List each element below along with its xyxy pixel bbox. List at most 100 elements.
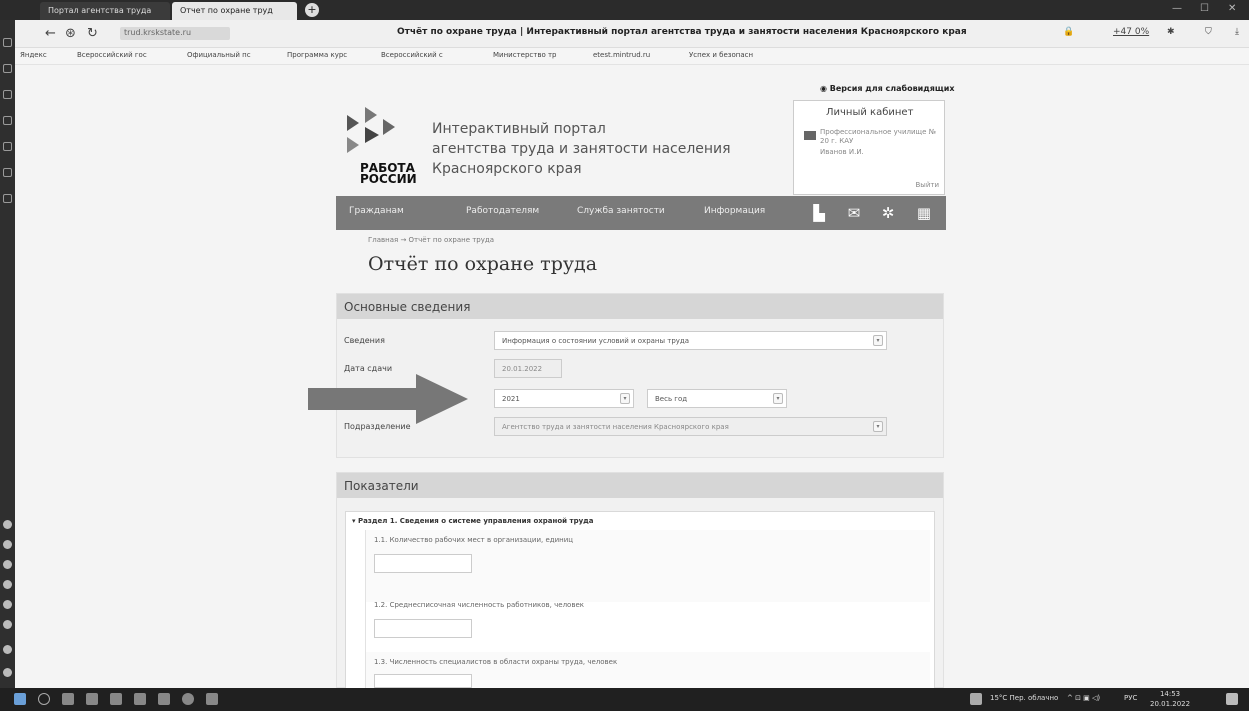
bookmark-item[interactable]: Успех и безопасн [689,51,753,59]
minimize-icon[interactable]: — [1172,3,1182,14]
menu-item-information[interactable]: Информация [704,206,765,216]
logo-text: РАБОТА РОССИИ [360,161,417,186]
taskbar-app-icon[interactable] [110,693,122,705]
new-tab-button[interactable]: + [305,3,319,17]
page-title-in-address-bar: Отчёт по охране труда | Интерактивный по… [397,27,967,37]
sidebar-home-icon[interactable] [3,38,12,47]
year-select[interactable]: 2021 ▾ [494,389,634,408]
basic-info-title: Основные сведения [337,294,943,319]
indicator-row: 1.3. Численность специалистов в области … [365,652,930,688]
taskbar-app-icon[interactable] [86,693,98,705]
sidebar-messenger-icon[interactable] [3,520,12,529]
cabinet-user-name: Иванов И.И. [820,148,864,156]
sidebar-panel-icon[interactable] [3,645,12,654]
annotation-arrow-icon [308,374,468,424]
indicator-input[interactable] [374,674,472,688]
cabinet-title: Личный кабинет [826,107,914,118]
lock-icon[interactable]: 🔒 [1063,27,1074,37]
svedeniya-select[interactable]: Информация о состоянии условий и охраны … [494,331,887,350]
eye-icon: ◉ [820,84,830,93]
gear-icon[interactable]: ✲ [878,203,898,223]
weather-icon[interactable] [970,693,982,705]
logout-link[interactable]: Выйти [915,181,939,189]
tray-icons[interactable]: ^ ⊡ ▣ ◁) [1067,694,1100,702]
bookmark-item[interactable]: Министерство тр [493,51,556,59]
sidebar-history-icon[interactable] [3,90,12,99]
indicator-input[interactable] [374,619,472,638]
sidebar-downloads-icon[interactable] [3,116,12,125]
bookmark-item[interactable]: Всероссийский с [381,51,443,59]
page-title: Отчёт по охране труда [368,253,598,275]
rabota-rossii-logo-icon [347,107,395,153]
personal-cabinet-box: Личный кабинет Профессиональное училище … [793,100,945,195]
mail-icon[interactable]: ✉ [844,203,864,223]
menu-item-employers[interactable]: Работодателям [466,206,539,216]
chevron-down-icon: ▾ [620,393,630,404]
section-1-title[interactable]: ▾ Раздел 1. Сведения о системе управлени… [352,517,594,525]
bookmark-item[interactable]: etest.mintrud.ru [593,51,650,59]
notifications-icon[interactable] [1226,693,1238,705]
calendar-icon[interactable]: ▦ [914,203,934,223]
address-bar: ← ⊛ ↻ trud.krskstate.ru Отчёт по охране … [15,20,1249,48]
sidebar-bookmarks-icon[interactable] [3,64,12,73]
briefcase-icon [804,131,816,140]
task-view-icon[interactable] [62,693,74,705]
date-label: Дата сдачи [344,364,393,373]
chevron-down-icon: ▾ [873,335,883,346]
document-icon[interactable]: ▙ [809,203,829,223]
cabinet-organization: Профессиональное училище № 20 г. КАУ [820,128,936,145]
sidebar-settings-icon[interactable] [3,194,12,203]
sidebar-extensions-icon[interactable] [3,168,12,177]
browser-tab-strip: Портал агентства труда Отчет по охране т… [0,0,1249,20]
browser-tab-active[interactable]: Отчет по охране труд [172,2,297,20]
indicator-input[interactable] [374,554,472,573]
breadcrumb[interactable]: Главная → Отчёт по охране труда [368,236,494,244]
url-field[interactable]: trud.krskstate.ru [120,27,230,40]
sidebar-mail-icon[interactable] [3,560,12,569]
sidebar-menu-icon[interactable] [3,668,12,677]
accessibility-version-link[interactable]: ◉ Версия для слабовидящих [820,84,954,93]
search-icon[interactable] [38,693,50,705]
weather-text[interactable]: 15°C Пер. облачно [990,694,1058,702]
sidebar-music-icon[interactable] [3,540,12,549]
windows-taskbar: 15°C Пер. облачно ^ ⊡ ▣ ◁) РУС 14:53 20.… [0,688,1249,711]
bookmark-item[interactable]: Официальный пс [187,51,251,59]
taskbar-app-icon[interactable] [158,693,170,705]
privacy-icon[interactable]: ⊛ [65,26,76,41]
department-select: Агентство труда и занятости населения Кр… [494,417,887,436]
windows-start-icon[interactable] [14,693,26,705]
bookmark-star-icon[interactable]: ✱ [1167,27,1175,37]
taskbar-browser-icon[interactable] [182,693,194,705]
indicator-label: 1.1. Количество рабочих мест в организац… [374,536,574,544]
maximize-icon[interactable]: ☐ [1200,3,1209,14]
main-menu: Гражданам Работодателям Служба занятости… [336,196,946,230]
close-icon[interactable]: ✕ [1228,3,1236,14]
reload-icon[interactable]: ↻ [87,26,98,41]
sidebar-add-icon[interactable] [3,620,12,629]
bookmark-item[interactable]: Яндекс [20,51,47,59]
menu-item-employment-service[interactable]: Служба занятости [577,206,665,216]
sidebar-chat-icon[interactable] [3,600,12,609]
indicator-row: 1.1. Количество рабочих мест в организац… [365,530,930,602]
portal-title: Интерактивный портал агентства труда и з… [432,121,731,177]
period-select[interactable]: Весь год ▾ [647,389,787,408]
sidebar-notes-icon[interactable] [3,142,12,151]
clock[interactable]: 14:53 20.01.2022 [1150,689,1190,709]
zoom-indicator[interactable]: +47 0% [1113,27,1149,37]
protect-icon[interactable]: ⛉ [1205,27,1212,37]
browser-tab-inactive[interactable]: Портал агентства труда [40,2,170,20]
download-icon[interactable]: ⤓ [1235,27,1239,37]
taskbar-app-icon[interactable] [206,693,218,705]
indicators-title: Показатели [337,473,943,498]
bookmarks-bar: Яндекс Всероссийский гос Официальный пс … [15,48,1249,65]
bookmark-item[interactable]: Всероссийский гос [77,51,147,59]
svedeniya-label: Сведения [344,336,385,345]
language-indicator[interactable]: РУС [1124,694,1137,702]
bookmark-item[interactable]: Программа курс [287,51,347,59]
taskbar-app-icon[interactable] [134,693,146,705]
back-icon[interactable]: ← [45,26,56,41]
sidebar-social-icon[interactable] [3,580,12,589]
menu-item-citizens[interactable]: Гражданам [349,206,404,216]
chevron-down-icon: ▾ [873,421,883,432]
indicator-label: 1.2. Среднесписочная численность работни… [374,601,584,609]
